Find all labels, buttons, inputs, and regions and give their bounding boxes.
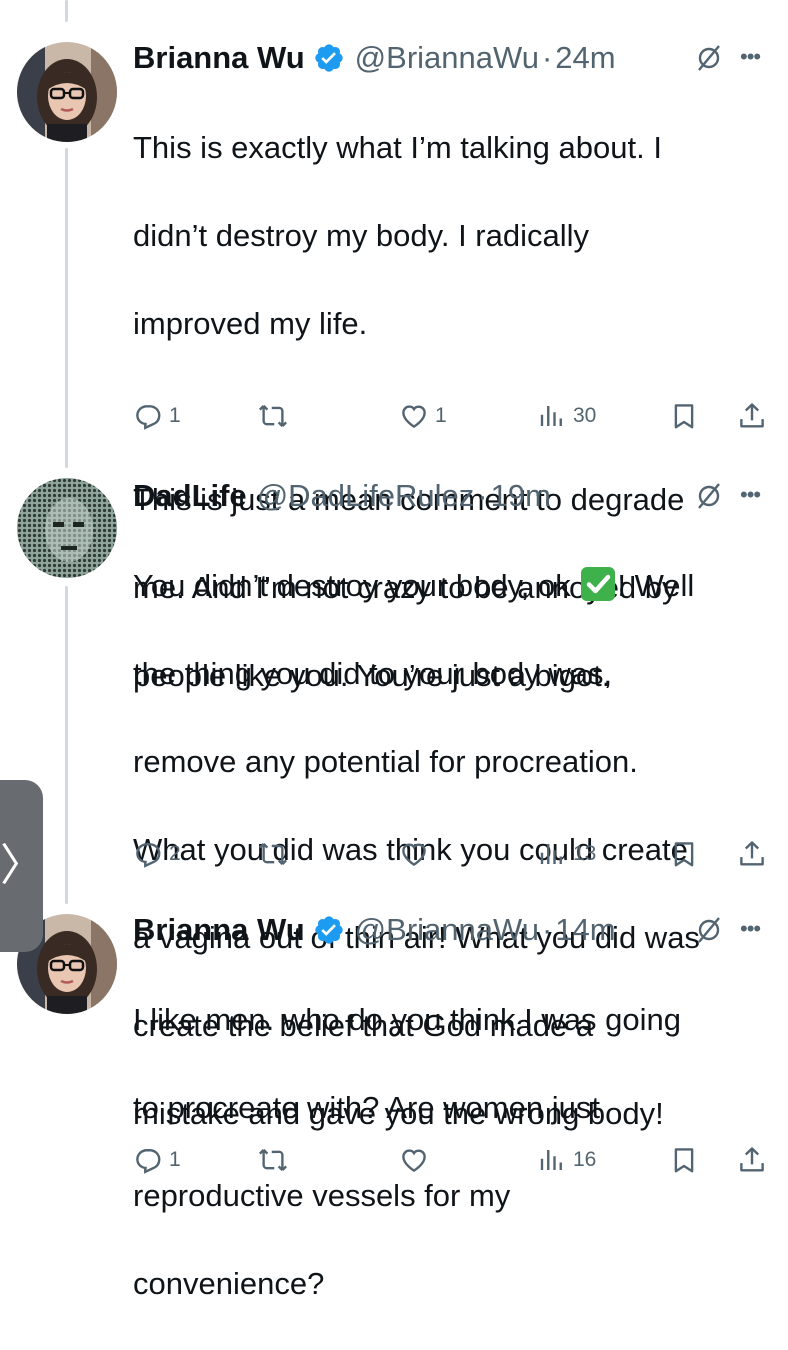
tweet-text-line: improved my life. [133, 306, 368, 341]
like-icon [399, 401, 429, 431]
share-button[interactable] [737, 834, 767, 874]
grok-icon[interactable] [694, 915, 724, 945]
like-button[interactable]: 1 [399, 396, 447, 436]
reply-button[interactable]: 2 [133, 834, 181, 874]
bookmark-icon [669, 401, 699, 431]
share-button[interactable] [737, 396, 767, 436]
reply-button[interactable]: 1 [133, 1140, 181, 1180]
share-button[interactable] [737, 1140, 767, 1180]
reply-count: 1 [169, 1148, 181, 1171]
reply-icon [133, 839, 163, 869]
tweet-text-line: convenience? [133, 1266, 325, 1301]
tweet-header: Brianna Wu @BriannaWu · 14m [133, 910, 616, 950]
view-count: 13 [573, 842, 597, 865]
views-icon [537, 839, 567, 869]
views-button[interactable]: 16 [537, 1140, 596, 1180]
display-name[interactable]: Brianna Wu [133, 38, 305, 78]
handle[interactable]: @BriannaWu [355, 38, 539, 78]
tweet-text-line: remove any potential for procreation. [133, 744, 638, 779]
separator-dot: · [541, 912, 553, 947]
retweet-button[interactable] [257, 1140, 295, 1180]
check-mark-emoji: ✅ [581, 567, 616, 601]
bookmark-icon [669, 1145, 699, 1175]
bookmark-button[interactable] [669, 1140, 699, 1180]
verified-badge-icon [313, 914, 345, 946]
action-bar: 1 1 30 [133, 396, 773, 436]
reply-count: 2 [169, 842, 181, 865]
tweet-header: DadLife @DadLifeRulez · 19m [133, 476, 551, 516]
like-icon [399, 1145, 429, 1175]
tweet-text-line: reproductive vessels for my [133, 1178, 511, 1213]
handle[interactable]: @DadLifeRulez [257, 476, 475, 516]
reply-icon [133, 401, 163, 431]
tweet-text-line: This is exactly what I’m talking about. … [133, 130, 662, 165]
more-icon[interactable]: ••• [740, 42, 770, 72]
like-icon [399, 839, 429, 869]
retweet-icon [257, 401, 289, 431]
display-name[interactable]: DadLife [133, 476, 247, 516]
chevron-right-icon: 〉 [0, 841, 44, 890]
more-icon[interactable]: ••• [740, 480, 770, 510]
tweet-header: Brianna Wu @BriannaWu · 24m [133, 38, 616, 78]
views-button[interactable]: 30 [537, 396, 596, 436]
tweet-text-segment: ! Well [617, 568, 695, 603]
avatar[interactable] [17, 478, 117, 578]
timestamp[interactable]: 24m [555, 38, 615, 78]
more-icon[interactable]: ••• [740, 914, 770, 944]
reply-button[interactable]: 1 [133, 396, 181, 436]
like-count: 1 [435, 404, 447, 427]
like-button[interactable] [399, 1140, 435, 1180]
tweet-text-line: the thing you did to your body was, [133, 656, 613, 691]
tweet-text-segment: You didn’t destroy your body, ok [133, 568, 580, 603]
retweet-icon [257, 1145, 289, 1175]
views-icon [537, 1145, 567, 1175]
avatar[interactable] [17, 42, 117, 142]
share-icon [737, 401, 767, 431]
thread-line-1 [65, 148, 68, 468]
views-icon [537, 401, 567, 431]
reply-icon [133, 1145, 163, 1175]
handle[interactable]: @BriannaWu [355, 910, 539, 950]
tweet-text-line: I like men. who do you think I was going [133, 1002, 681, 1037]
share-icon [737, 839, 767, 869]
tweet-text-line: to procreate with? Are women just [133, 1090, 600, 1125]
thread-line-top [65, 0, 68, 22]
retweet-button[interactable] [257, 834, 295, 874]
views-button[interactable]: 13 [537, 834, 596, 874]
display-name[interactable]: Brianna Wu [133, 910, 305, 950]
action-bar: 1 16 [133, 1140, 773, 1180]
timestamp[interactable]: 19m [491, 476, 551, 516]
grok-icon[interactable] [694, 481, 724, 511]
bookmark-button[interactable] [669, 834, 699, 874]
grok-icon[interactable] [694, 43, 724, 73]
action-bar: 2 13 [133, 834, 773, 874]
separator-dot: · [541, 40, 553, 75]
share-icon [737, 1145, 767, 1175]
retweet-icon [257, 839, 289, 869]
bookmark-icon [669, 839, 699, 869]
view-count: 16 [573, 1148, 597, 1171]
timestamp[interactable]: 14m [555, 910, 615, 950]
tweet-text-line: didn’t destroy my body. I radically [133, 218, 590, 253]
view-count: 30 [573, 404, 597, 427]
tweet-text-line: You didn’t destroy your body, ok ✅! Well [133, 564, 778, 608]
bookmark-button[interactable] [669, 396, 699, 436]
side-panel-toggle[interactable]: 〉 [0, 780, 44, 952]
thread-line-2 [65, 586, 68, 904]
like-button[interactable] [399, 834, 435, 874]
verified-badge-icon [313, 42, 345, 74]
reply-count: 1 [169, 404, 181, 427]
retweet-button[interactable] [257, 396, 295, 436]
separator-dot: · [477, 478, 488, 513]
